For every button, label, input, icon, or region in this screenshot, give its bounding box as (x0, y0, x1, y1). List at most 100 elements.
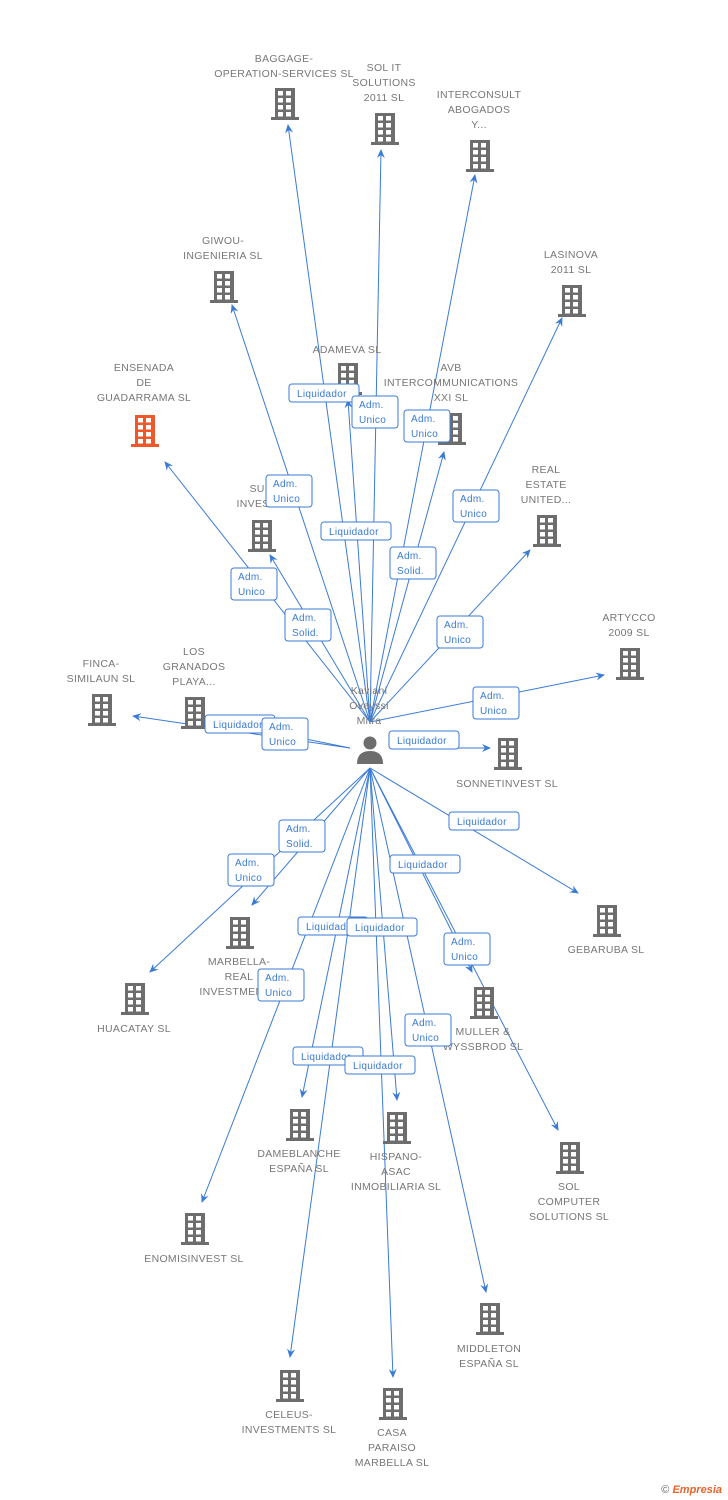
company-node[interactable]: GEBARUBA SL (568, 905, 645, 956)
company-name: ENOMISINVEST SL (144, 1253, 243, 1265)
edge-role-label[interactable]: Adm. Unico (452, 489, 500, 523)
edge-role-label[interactable]: Liquidador (288, 383, 360, 403)
company-node[interactable]: LASINOVA 2011 SL (544, 249, 598, 317)
company-node[interactable]: ENSENADA DE GUADARRAMA SL (97, 362, 191, 447)
edge-label-text: Adm. (444, 620, 469, 631)
company-node[interactable]: SOL IT SOLUTIONS 2011 SL (352, 62, 415, 145)
edge-role-label[interactable]: Adm. Unico (230, 567, 278, 601)
edge-label-text: Adm. (292, 613, 317, 624)
edge-line (369, 149, 385, 723)
company-name: BAGGAGE- (255, 53, 314, 65)
person-node[interactable]: Kaviani Oveyssi Mitra (349, 685, 388, 764)
company-name: LASINOVA (544, 249, 598, 261)
edge-role-label[interactable]: Liquidador (448, 811, 520, 831)
company-node[interactable]: ARTYCCO 2009 SL (602, 612, 655, 680)
company-node[interactable]: SONNETINVEST SL (456, 738, 558, 790)
building-icon (476, 1303, 504, 1335)
edge-label-text: Adm. (286, 824, 311, 835)
edge-role-label[interactable]: Liquidador (389, 854, 461, 874)
company-node[interactable]: SOL COMPUTER SOLUTIONS SL (529, 1142, 609, 1223)
company-name: ADAMEVA SL (313, 344, 382, 356)
building-icon (466, 140, 494, 172)
edge-label-text: Unico (460, 509, 487, 520)
edge-role-label[interactable]: Adm. Unico (436, 615, 484, 649)
company-node[interactable]: HUACATAY SL (97, 983, 171, 1035)
company-node[interactable]: CELEUS- INVESTMENTS SL (242, 1370, 337, 1436)
company-node[interactable]: FINCA- SIMILAUN SL (67, 658, 136, 726)
edge-label-text: Liquidador (353, 1061, 403, 1072)
empresia-logo: Empresia (672, 1484, 722, 1496)
edge-label-text: Liquidador (398, 860, 448, 871)
company-node[interactable]: CASA PARAISO MARBELLA SL (355, 1388, 430, 1469)
edge-role-label[interactable]: Adm. Unico (443, 932, 491, 966)
building-icon (226, 917, 254, 949)
edge-label-text: Adm. (480, 691, 505, 702)
company-name: WYSSBROD SL (443, 1041, 523, 1053)
company-node[interactable]: ENOMISINVEST SL (144, 1213, 243, 1265)
company-name: DAMEBLANCHE (257, 1148, 340, 1160)
building-icon (556, 1142, 584, 1174)
edge-label-text: Unico (235, 873, 262, 884)
edge-role-label[interactable]: Adm. Unico (265, 474, 313, 508)
edge-role-label[interactable]: Adm. Unico (472, 686, 520, 720)
company-node[interactable]: GIWOU- INGENIERIA SL (183, 235, 263, 303)
company-name: INGENIERIA SL (183, 250, 263, 262)
edge-label-text: Adm. (397, 551, 422, 562)
company-name: 2009 SL (608, 627, 649, 639)
person-icon (357, 736, 383, 764)
company-name: DE (136, 377, 151, 389)
company-name: REAL (225, 971, 254, 983)
company-name: XXI SL (434, 392, 468, 404)
edge-label-text: Adm. (235, 858, 260, 869)
edge-role-label[interactable]: Adm. Unico (257, 968, 305, 1002)
edge-role-label[interactable]: Adm. Unico (403, 409, 451, 443)
copyright: © Empresia (661, 1484, 722, 1496)
company-name: MIDDLETON (457, 1343, 521, 1355)
edge-role-label[interactable]: Adm. Solid. (389, 546, 437, 580)
person-name: Oveyssi (349, 700, 388, 712)
company-name: Y... (471, 119, 487, 131)
edge-role-label[interactable]: Adm. Unico (261, 717, 309, 751)
company-node[interactable]: INTERCONSULT ABOGADOS Y... (437, 89, 522, 172)
company-name: CELEUS- (265, 1409, 313, 1421)
company-name: HISPANO- (370, 1151, 423, 1163)
edge-role-label[interactable]: Liquidador (346, 917, 418, 937)
company-name: UNITED... (521, 494, 572, 506)
company-name: COMPUTER (538, 1196, 601, 1208)
edge-label-text: Adm. (265, 973, 290, 984)
company-node[interactable]: MULLER & WYSSBROD SL (443, 987, 523, 1053)
edge-role-label[interactable]: Liquidador (388, 730, 460, 750)
company-name: ABOGADOS (448, 104, 511, 116)
company-name: HUACATAY SL (97, 1023, 171, 1035)
edge-label-text: Liquidador (213, 720, 263, 731)
company-node[interactable]: REAL ESTATE UNITED... (521, 464, 572, 547)
edge-role-label[interactable]: Adm. Unico (404, 1013, 452, 1047)
edge-label-text: Unico (451, 952, 478, 963)
edge-label-text: Unico (480, 706, 507, 717)
edge-role-label[interactable]: Liquidador (344, 1055, 416, 1075)
company-name: SOL IT (367, 62, 402, 74)
company-name: CASA (377, 1427, 407, 1439)
company-name: SIMILAUN SL (67, 673, 136, 685)
edge-role-label[interactable]: Liquidador (320, 521, 392, 541)
edge-label-text: Unico (444, 635, 471, 646)
company-node[interactable]: MIDDLETON ESPAÑA SL (457, 1303, 521, 1370)
company-name: PLAYA... (172, 676, 215, 688)
edge-label-text: Liquidador (297, 389, 347, 400)
building-icon (383, 1112, 411, 1144)
edge-role-label[interactable]: Adm. Solid. (278, 819, 326, 853)
edge-role-label[interactable]: Adm. Unico (227, 853, 275, 887)
company-name: ENSENADA (114, 362, 174, 374)
company-node[interactable]: BAGGAGE- OPERATION-SERVICES SL (214, 53, 354, 120)
company-name: 2011 SL (551, 264, 591, 276)
building-icon (593, 905, 621, 937)
edge-role-label[interactable]: Adm. Solid. (284, 608, 332, 642)
edge-label-text: Unico (265, 988, 292, 999)
building-icon (181, 1213, 209, 1245)
company-node[interactable]: DAMEBLANCHE ESPAÑA SL (257, 1109, 340, 1175)
company-node[interactable]: HISPANO- ASAC INMOBILIARIA SL (351, 1112, 441, 1193)
edge-label-text: Unico (411, 429, 438, 440)
edge-role-label[interactable]: Adm. Unico (351, 395, 399, 429)
company-name: SOLUTIONS (352, 77, 415, 89)
edge-label-text: Adm. (460, 494, 485, 505)
